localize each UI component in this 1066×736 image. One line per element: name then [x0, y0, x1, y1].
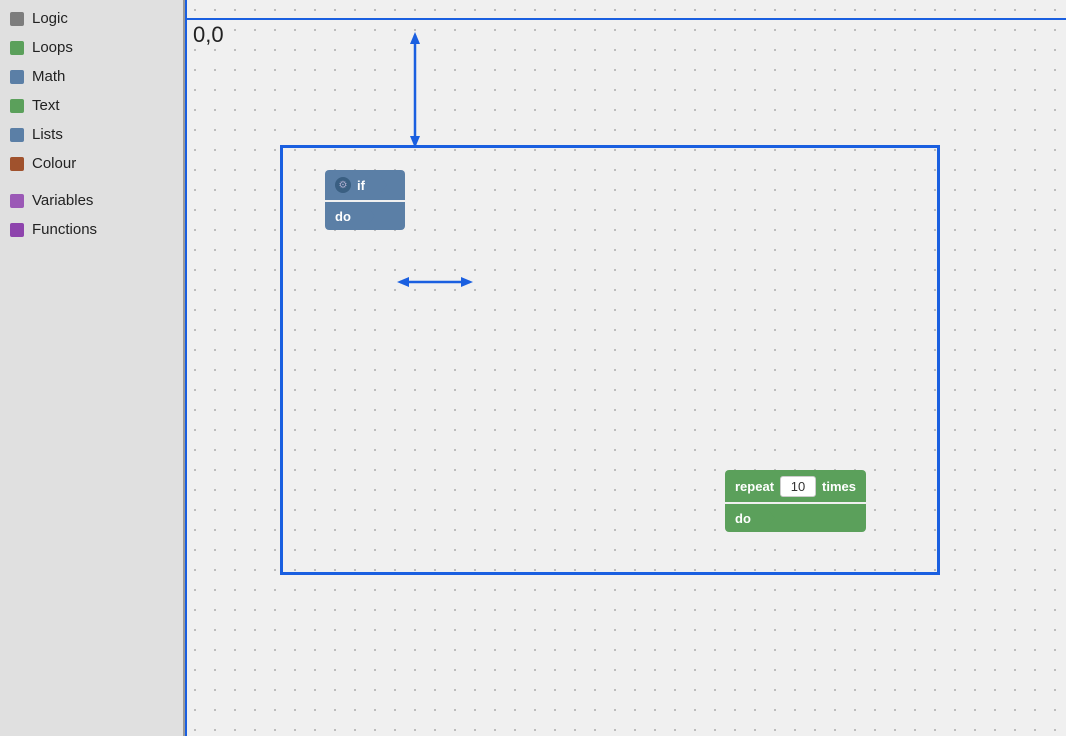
colour-color-dot — [10, 157, 24, 171]
sidebar-divider — [0, 178, 183, 186]
sidebar-item-text[interactable]: Text — [0, 91, 183, 120]
sidebar-item-functions[interactable]: Functions — [0, 215, 183, 244]
workspace: 0,0 ⚙ if do repeat times — [185, 0, 1066, 736]
logic-color-dot — [10, 12, 24, 26]
horizontal-guide-line — [185, 18, 1066, 20]
sidebar-item-loops[interactable]: Loops — [0, 33, 183, 62]
functions-color-dot — [10, 223, 24, 237]
sidebar-item-label: Functions — [32, 221, 97, 238]
sidebar-item-variables[interactable]: Variables — [0, 186, 183, 215]
math-color-dot — [10, 70, 24, 84]
horizontal-arrow — [395, 267, 475, 297]
sidebar-item-colour[interactable]: Colour — [0, 149, 183, 178]
sidebar-item-lists[interactable]: Lists — [0, 120, 183, 149]
vertical-guide-line — [185, 0, 187, 736]
sidebar-item-logic[interactable]: Logic — [0, 4, 183, 33]
vertical-arrow — [400, 30, 430, 150]
lists-color-dot — [10, 128, 24, 142]
sidebar-item-math[interactable]: Math — [0, 62, 183, 91]
sidebar-item-label: Lists — [32, 126, 63, 143]
text-color-dot — [10, 99, 24, 113]
sidebar-item-label: Math — [32, 68, 65, 85]
sidebar-item-label: Logic — [32, 10, 68, 27]
loops-color-dot — [10, 41, 24, 55]
sidebar-item-label: Loops — [32, 39, 73, 56]
variables-color-dot — [10, 194, 24, 208]
selection-box — [280, 145, 940, 575]
sidebar-item-label: Text — [32, 97, 60, 114]
sidebar-item-label: Colour — [32, 155, 76, 172]
origin-label: 0,0 — [193, 22, 224, 48]
sidebar: Logic Loops Math Text Lists Colour Varia… — [0, 0, 185, 736]
sidebar-item-label: Variables — [32, 192, 93, 209]
